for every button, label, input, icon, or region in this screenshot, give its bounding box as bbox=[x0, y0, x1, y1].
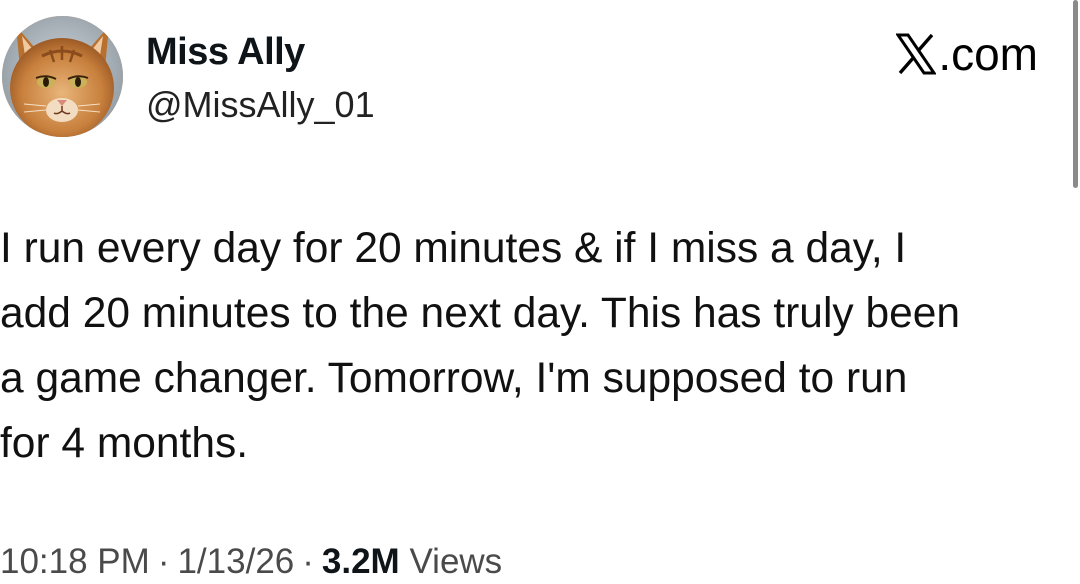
tweet-text-line: a game changer. Tomorrow, I'm supposed t… bbox=[0, 355, 908, 402]
tweet-meta: 10:18 PM · 1/13/26 · 3.2M Views bbox=[0, 541, 502, 583]
tweet-text-line: I run every day for 20 minutes & if I mi… bbox=[0, 225, 907, 272]
scrollbar[interactable] bbox=[1068, 0, 1080, 190]
scrollbar-thumb[interactable] bbox=[1073, 0, 1078, 188]
tweet-time[interactable]: 10:18 PM bbox=[0, 542, 150, 581]
tweet-text-line: for 4 months. bbox=[0, 420, 249, 467]
cat-avatar-icon bbox=[2, 16, 123, 137]
tweet-text-line: add 20 minutes to the next day. This has… bbox=[0, 290, 960, 337]
tweet-card: Miss Ally @MissAlly_01 .com I run every … bbox=[0, 0, 1080, 584]
meta-separator: · bbox=[302, 542, 314, 581]
brand-watermark: .com bbox=[895, 28, 1038, 80]
x-logo-icon bbox=[895, 33, 938, 75]
views-label: Views bbox=[409, 542, 503, 581]
brand-text: .com bbox=[938, 28, 1038, 80]
views-count: 3.2M bbox=[321, 542, 400, 581]
author-display-name[interactable]: Miss Ally bbox=[146, 30, 305, 74]
author-avatar[interactable] bbox=[2, 16, 123, 137]
author-handle[interactable]: @MissAlly_01 bbox=[146, 84, 375, 126]
tweet-text: I run every day for 20 minutes & if I mi… bbox=[0, 216, 1075, 476]
tweet-date[interactable]: 1/13/26 bbox=[177, 542, 294, 581]
meta-separator: · bbox=[157, 542, 170, 581]
